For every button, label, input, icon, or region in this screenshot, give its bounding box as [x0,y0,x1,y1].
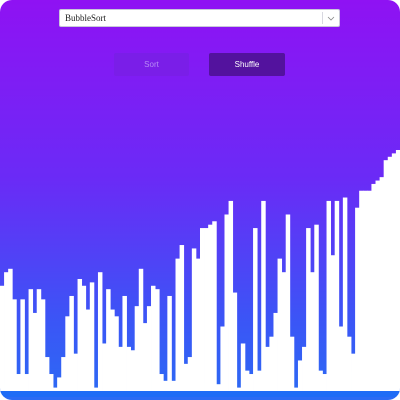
array-bar [110,309,115,391]
array-bar [65,316,70,391]
array-bar [326,200,332,391]
array-bar [97,272,103,391]
array-bar [134,306,140,391]
array-bar [20,299,25,391]
array-bar [375,180,380,391]
array-bar [151,285,156,391]
array-bar [281,272,287,391]
array-bar [383,160,389,391]
array-bar [8,268,13,391]
array-bar [310,272,315,391]
array-bar [228,200,234,391]
array-bar [363,190,368,391]
array-bar [106,289,111,391]
array-bar [138,268,144,391]
array-bar [155,289,160,391]
array-bar [44,357,50,391]
array-bar [391,153,397,391]
array-bar [36,289,42,391]
array-bar [73,353,78,391]
app-window: BubbleSort Sort Shuffle [0,0,400,400]
array-bar [359,190,364,391]
array-bar [187,357,193,391]
array-bar [277,258,283,391]
array-bar [265,346,270,391]
array-bar [142,323,148,391]
array-bar [269,336,274,391]
array-bar [216,384,221,391]
array-bar [77,278,83,391]
array-bar [57,377,62,391]
array-bar [367,190,372,391]
array-bar [191,248,197,391]
array-bar [40,299,46,391]
array-bar [285,214,291,391]
array-bar [355,207,360,391]
array-bar [163,380,168,391]
array-bar [12,299,17,391]
array-bar [338,326,344,391]
array-bar [126,346,132,391]
array-bar [289,336,295,391]
array-bar [379,177,385,391]
array-bars [0,150,400,391]
array-bar [85,309,91,391]
array-bar [69,295,74,391]
array-bar [302,346,307,391]
array-bar [232,292,238,391]
array-bar [167,295,172,391]
array-bar [297,360,303,391]
array-bar [24,374,29,391]
array-bar [175,258,180,391]
array-bar [314,224,319,391]
array-bar [220,326,225,391]
array-bar [81,285,87,391]
array-bar [183,363,189,391]
array-bar [322,374,327,391]
array-bar [253,228,258,391]
array-bar [89,282,95,391]
array-bar [330,255,336,391]
array-bar [273,312,278,391]
array-bar [395,150,400,391]
array-bar [28,289,34,391]
array-bar [48,374,54,391]
array-bar [179,245,185,391]
array-bar [102,343,107,391]
array-bar [371,183,376,391]
array-bar [118,346,123,391]
array-bar [261,200,266,391]
array-bar [32,312,38,391]
baseline-bar [0,391,400,397]
array-bar [4,272,9,391]
array-bar [306,228,311,391]
array-bar [208,224,213,391]
array-bar [122,295,127,391]
array-bar [114,316,119,391]
array-bar [248,374,254,391]
array-bar [130,350,136,391]
array-bar [342,197,348,391]
array-bar [16,374,21,391]
array-bar [61,357,66,391]
array-bar [240,343,246,391]
array-bar [387,156,393,391]
array-bar [257,370,262,391]
array-bar [224,214,229,391]
array-bar [244,370,250,391]
array-bar [146,306,152,391]
array-bar [351,353,356,391]
array-bar [204,228,209,391]
array-bar [0,285,5,391]
array-bar [318,370,323,391]
array-bar [159,374,164,391]
array-bar [346,336,352,391]
array-bar [334,200,340,391]
array-bar [200,228,205,391]
array-bar [212,221,217,391]
array-bar [195,258,201,391]
array-bar [171,380,176,391]
